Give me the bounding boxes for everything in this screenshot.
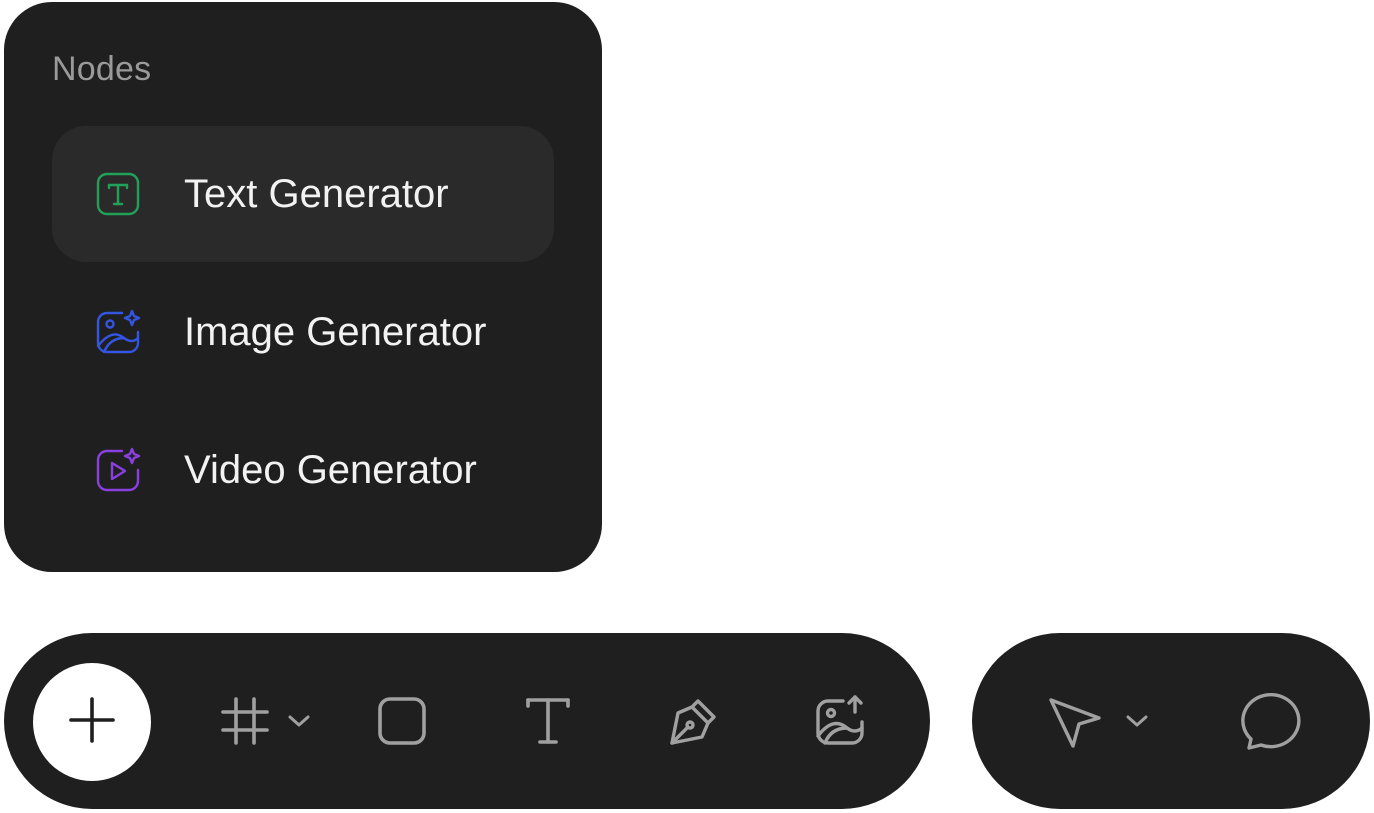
node-item-text-generator[interactable]: Text Generator xyxy=(52,126,554,262)
add-button[interactable] xyxy=(33,663,151,781)
frame-tool-button[interactable] xyxy=(210,691,320,751)
side-toolbar xyxy=(972,633,1370,809)
node-item-label: Text Generator xyxy=(184,171,449,216)
nodes-panel: Nodes Text Generator Image Generator Vid… xyxy=(4,2,602,572)
image-upload-tool-button[interactable] xyxy=(812,691,868,751)
node-item-image-generator[interactable]: Image Generator xyxy=(52,264,554,400)
video-sparkle-icon xyxy=(94,446,142,494)
comment-tool-button[interactable] xyxy=(1238,689,1308,753)
main-toolbar xyxy=(4,633,930,809)
cursor-arrow-icon xyxy=(1047,692,1105,750)
chevron-down-icon[interactable] xyxy=(287,714,311,728)
chevron-down-icon[interactable] xyxy=(1125,714,1149,728)
text-tool-button[interactable] xyxy=(520,691,576,751)
pen-nib-icon xyxy=(668,695,720,747)
image-sparkle-icon xyxy=(94,308,142,356)
speech-bubble-icon xyxy=(1241,691,1305,751)
node-item-label: Video Generator xyxy=(184,447,477,492)
rectangle-tool-button[interactable] xyxy=(374,691,430,751)
type-icon xyxy=(524,695,572,747)
square-icon xyxy=(376,695,428,747)
text-box-icon xyxy=(94,170,142,218)
select-tool-button[interactable] xyxy=(1038,689,1158,753)
node-item-video-generator[interactable]: Video Generator xyxy=(52,402,554,538)
node-item-label: Image Generator xyxy=(184,309,487,354)
image-upload-icon xyxy=(813,694,867,748)
panel-title: Nodes xyxy=(52,50,152,88)
plus-icon xyxy=(67,695,117,750)
hash-icon xyxy=(219,695,271,747)
pen-tool-button[interactable] xyxy=(666,691,722,751)
